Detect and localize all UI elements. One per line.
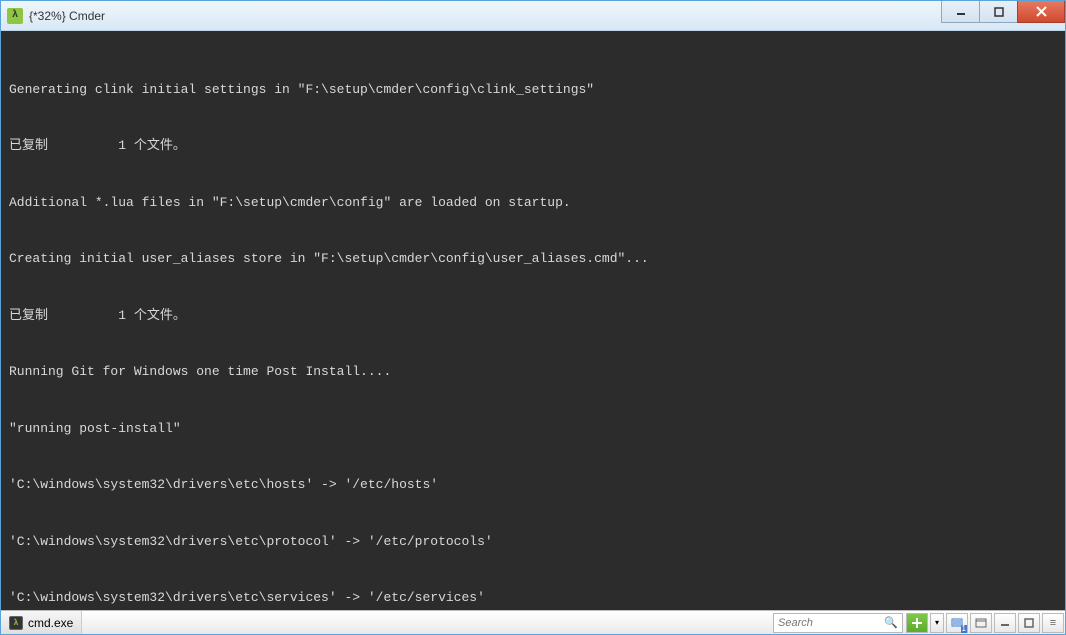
maximize-icon: [994, 7, 1004, 17]
search-icon[interactable]: 🔍: [884, 616, 898, 629]
close-button[interactable]: [1017, 1, 1065, 23]
menu-icon: ≡: [1050, 617, 1056, 629]
statusbar: λ cmd.exe 🔍 ▾ 1 ≡: [1, 610, 1065, 634]
titlebar[interactable]: λ {*32%} Cmder: [1, 1, 1065, 31]
terminal-line: 已复制 1 个文件。: [9, 307, 1057, 326]
minimize-tray-button[interactable]: [994, 613, 1016, 633]
settings-button[interactable]: ≡: [1042, 613, 1064, 633]
new-console-button[interactable]: [906, 613, 928, 633]
maximize-button[interactable]: [979, 1, 1017, 23]
app-window: λ {*32%} Cmder Generating clink initial …: [0, 0, 1066, 635]
terminal-line: Running Git for Windows one time Post In…: [9, 363, 1057, 382]
terminal-line: 'C:\windows\system32\drivers\etc\protoco…: [9, 533, 1057, 552]
terminal-line: Creating initial user_aliases store in "…: [9, 250, 1057, 269]
terminal-line: Additional *.lua files in "F:\setup\cmde…: [9, 194, 1057, 213]
window-title: {*32%} Cmder: [29, 9, 941, 23]
terminal-line: "running post-install": [9, 420, 1057, 439]
window-controls: [941, 1, 1065, 30]
minimize-icon: [956, 7, 966, 17]
window-icon: [975, 617, 987, 629]
maximize-square-icon: [1023, 617, 1035, 629]
terminal-area[interactable]: Generating clink initial settings in "F:…: [1, 31, 1065, 610]
tab-label: cmd.exe: [28, 616, 73, 630]
minimize-button[interactable]: [941, 1, 979, 23]
plus-icon: [911, 617, 923, 629]
terminal-line: 'C:\windows\system32\drivers\etc\service…: [9, 589, 1057, 608]
terminal-line: 'C:\windows\system32\drivers\etc\hosts' …: [9, 476, 1057, 495]
cmd-icon: λ: [9, 616, 23, 630]
show-tabs-button[interactable]: [970, 613, 992, 633]
search-input[interactable]: [778, 617, 882, 629]
console-tab[interactable]: λ cmd.exe: [1, 611, 82, 634]
maximize-console-button[interactable]: [1018, 613, 1040, 633]
search-box[interactable]: 🔍: [773, 613, 903, 633]
console-count: 1: [961, 625, 967, 633]
terminal-line: 已复制 1 个文件。: [9, 137, 1057, 156]
active-console-indicator[interactable]: 1: [946, 613, 968, 633]
terminal-line: Generating clink initial settings in "F:…: [9, 81, 1057, 100]
app-icon: λ: [7, 8, 23, 24]
close-icon: [1036, 6, 1047, 17]
minimize-bar-icon: [999, 617, 1011, 629]
new-console-dropdown[interactable]: ▾: [930, 613, 944, 633]
